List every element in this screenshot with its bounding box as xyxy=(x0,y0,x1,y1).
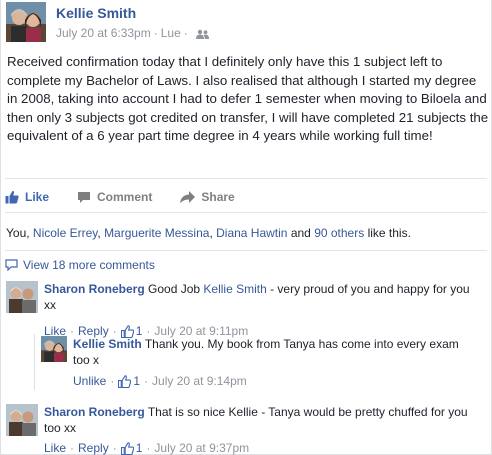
dot-separator: · xyxy=(112,441,117,455)
comment-text-line2: too x xyxy=(73,353,100,367)
comment-text: Thank you. My book from Tanya has come i… xyxy=(144,337,459,351)
dot-separator: · xyxy=(146,441,151,455)
post-timestamp[interactable]: July 20 at 6:33pm xyxy=(56,26,151,40)
dot-separator: · xyxy=(144,374,149,388)
comment-like-count[interactable]: 1 xyxy=(120,440,143,455)
comment-time[interactable]: July 20 at 9:14pm xyxy=(152,373,247,389)
comment-actions: Like · Reply · 1 · July 20 at 9:37pm xyxy=(44,440,468,455)
post-body-text: Received confirmation today that I defin… xyxy=(7,54,489,144)
commenter-avatar[interactable] xyxy=(6,281,38,313)
comment-actions: Unlike · 1 · July 20 at 9:14pm xyxy=(73,373,459,389)
comment-like-link[interactable]: Like xyxy=(44,440,66,455)
share-button[interactable]: Share xyxy=(180,190,235,204)
view-more-comments-link[interactable]: View 18 more comments xyxy=(5,258,155,272)
author-avatar[interactable] xyxy=(6,2,46,42)
comment-text: That is so nice Kellie - Tanya would be … xyxy=(147,405,468,419)
thumbs-up-icon xyxy=(120,441,134,455)
comment-unlike-link[interactable]: Unlike xyxy=(73,373,106,389)
comment-text-line2: too xx xyxy=(44,421,77,435)
comment-bubble-icon xyxy=(5,259,18,271)
comment: Sharon Roneberg Good Job Kellie Smith - … xyxy=(6,281,486,338)
meta-separator: · xyxy=(183,26,188,40)
dot-separator: · xyxy=(110,374,115,388)
divider xyxy=(5,178,487,179)
comment-reply: Kellie Smith Thank you. My book from Tan… xyxy=(39,336,479,389)
comment-author[interactable]: Sharon Roneberg xyxy=(44,405,145,419)
comment-author[interactable]: Sharon Roneberg xyxy=(44,282,145,296)
comment-body: Sharon Roneberg Good Job Kellie Smith - … xyxy=(44,281,470,339)
friends-icon[interactable] xyxy=(195,28,209,39)
like-count-value: 1 xyxy=(135,441,143,455)
post-action-bar: Like Comment Share xyxy=(5,186,263,208)
commenter-avatar[interactable] xyxy=(6,404,38,436)
comment: Sharon Roneberg That is so nice Kellie -… xyxy=(6,404,486,455)
comment-author[interactable]: Kellie Smith xyxy=(73,337,142,351)
divider xyxy=(5,250,487,251)
post-author-name[interactable]: Kellie Smith xyxy=(56,5,136,21)
comment-reply-link[interactable]: Reply xyxy=(78,440,109,455)
share-button-label: Share xyxy=(201,190,235,204)
comment-body: Sharon Roneberg That is so nice Kellie -… xyxy=(44,404,468,455)
share-arrow-icon xyxy=(180,190,196,203)
comment-text: - very proud of you and happy for you xyxy=(266,282,470,296)
divider xyxy=(5,212,487,213)
comment-body: Kellie Smith Thank you. My book from Tan… xyxy=(73,336,459,389)
post-meta: July 20 at 6:33pm · Lue · xyxy=(56,26,209,40)
thumbs-up-icon xyxy=(118,374,132,388)
liker-link[interactable]: Marguerite Messina xyxy=(104,226,209,240)
comment-button[interactable]: Comment xyxy=(77,190,152,204)
comment-button-label: Comment xyxy=(97,190,153,204)
thumbs-up-icon xyxy=(5,190,19,204)
likes-suffix: like this. xyxy=(364,226,411,240)
commenter-avatar[interactable] xyxy=(41,336,67,362)
comment-bubble-icon xyxy=(78,191,91,203)
like-button-label: Like xyxy=(25,190,50,204)
view-more-label: View 18 more comments xyxy=(23,258,155,272)
dot-separator: · xyxy=(70,441,75,455)
facebook-post: Kellie Smith July 20 at 6:33pm · Lue · R… xyxy=(0,0,492,455)
likes-prefix: You, xyxy=(6,226,33,240)
comment-text-line2: xx xyxy=(44,298,56,312)
likes-others-link[interactable]: 90 others xyxy=(314,226,364,240)
comment-mention[interactable]: Kellie Smith xyxy=(203,282,266,296)
like-button[interactable]: Like xyxy=(5,190,49,204)
likes-and: and xyxy=(287,226,315,240)
post-location[interactable]: Lue xyxy=(161,26,181,40)
meta-separator: · xyxy=(153,26,158,40)
comment-text: Good Job xyxy=(148,282,204,296)
likes-summary: You, Nicole Errey, Marguerite Messina, D… xyxy=(6,226,411,240)
comment-like-count[interactable]: 1 xyxy=(118,373,140,389)
comment-time[interactable]: July 20 at 9:37pm xyxy=(154,440,249,455)
liker-link[interactable]: Nicole Errey xyxy=(33,226,97,240)
liker-link[interactable]: Diana Hawtin xyxy=(216,226,287,240)
post-header: Kellie Smith July 20 at 6:33pm · Lue · xyxy=(5,1,485,45)
like-count-value: 1 xyxy=(133,374,141,388)
reply-thread-line xyxy=(34,334,35,390)
